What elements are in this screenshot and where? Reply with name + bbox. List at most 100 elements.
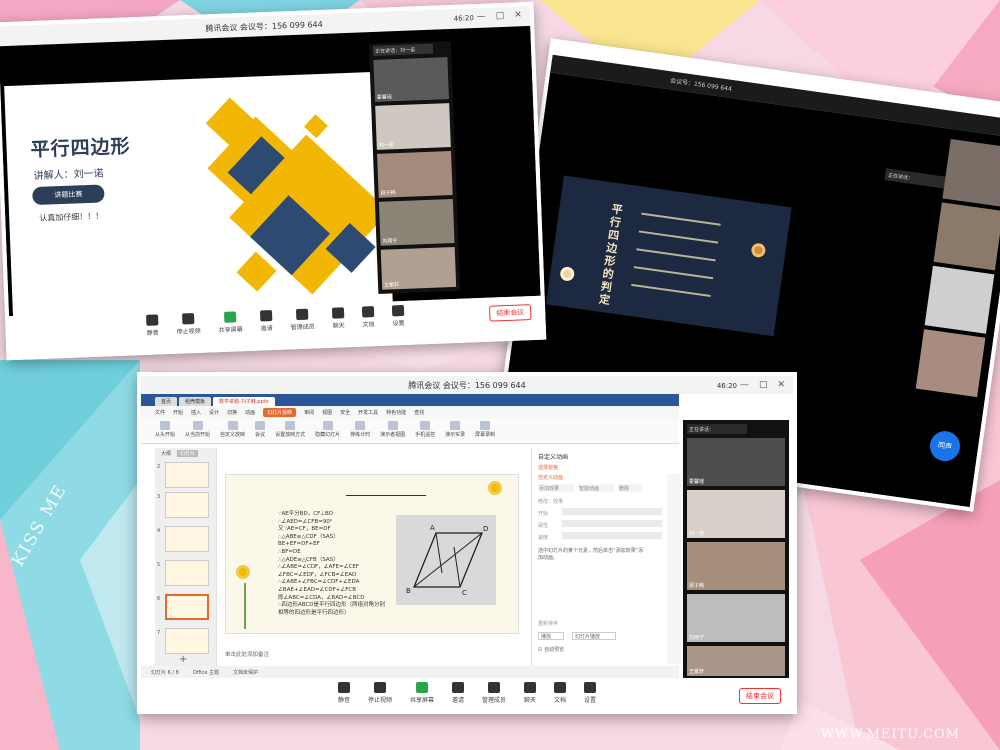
meeting-toolbar: 静音 停止视频 共享屏幕 邀请 管理成员 聊天 文档 设置 xyxy=(141,678,793,710)
screen-record-icon xyxy=(480,421,491,430)
menu-transition[interactable]: 切换 xyxy=(227,409,237,416)
notes-placeholder[interactable]: 单击此处添加备注 xyxy=(225,650,269,658)
slide-thumbnail[interactable] xyxy=(165,628,209,654)
slideshow-button[interactable]: 幻灯片播放 xyxy=(572,632,616,640)
ribbon-setup-show[interactable]: 设置放映方式 xyxy=(275,421,305,440)
menu-design[interactable]: 设计 xyxy=(209,409,219,416)
mute-button[interactable]: 静音 xyxy=(337,682,350,710)
play-icon xyxy=(192,421,203,430)
mute-button[interactable]: 静音 xyxy=(145,314,159,337)
ribbon-from-start[interactable]: 从头开始 xyxy=(155,421,175,440)
video-button[interactable]: 停止视频 xyxy=(368,682,392,710)
slide-thumbnail[interactable] xyxy=(165,526,209,552)
close-icon[interactable]: ✕ xyxy=(777,380,785,390)
menu-features[interactable]: 特色功能 xyxy=(386,409,406,416)
ribbon-rehearse[interactable]: 排练计时 xyxy=(350,421,370,440)
ribbon-record[interactable]: 演示实录 xyxy=(445,421,465,440)
menu-review[interactable]: 审阅 xyxy=(304,409,314,416)
share-screen-button[interactable]: 共享屏幕 xyxy=(410,682,434,710)
ribbon-meeting[interactable]: 会议 xyxy=(255,421,265,440)
meeting-icon xyxy=(255,421,266,430)
ribbon-from-current[interactable]: 从当前开始 xyxy=(185,421,210,440)
tab-slides[interactable]: 幻灯片 xyxy=(177,450,199,457)
slide-thumbnail[interactable] xyxy=(165,462,209,488)
settings-button[interactable]: 设置 xyxy=(391,304,405,327)
parallelogram-diagram: A D B C xyxy=(406,524,488,597)
delete-button[interactable]: 删除 xyxy=(618,484,642,492)
document-button[interactable]: 文档 xyxy=(554,682,566,710)
maximize-icon[interactable]: □ xyxy=(496,11,505,21)
end-meeting-button[interactable]: 结束会议 xyxy=(739,688,781,704)
speaking-indicator: 正在讲话： xyxy=(884,168,946,189)
menu-animation[interactable]: 动画 xyxy=(245,409,255,416)
manage-members-button[interactable]: 管理成员 xyxy=(290,308,315,331)
document-icon xyxy=(554,682,567,693)
menu-file[interactable]: 文件 xyxy=(155,409,165,416)
play-icon xyxy=(160,421,170,430)
property-select[interactable] xyxy=(562,520,662,527)
manage-members-button[interactable]: 管理成员 xyxy=(482,682,506,710)
settings-button[interactable]: 设置 xyxy=(584,682,596,710)
ribbon-phone-remote[interactable]: 手机遥控 xyxy=(415,421,435,440)
tab-pptx-file[interactable]: 数学讲题-刘子韩.pptx xyxy=(213,397,275,406)
share-screen-button[interactable]: 共享屏幕 xyxy=(218,311,243,334)
invite-button[interactable]: 邀请 xyxy=(451,682,464,710)
add-slide-icon[interactable]: + xyxy=(179,654,187,665)
add-effect-button[interactable]: 添加效果 xyxy=(538,484,574,492)
ribbon-label: 设置放映方式 xyxy=(275,432,306,438)
camera-icon xyxy=(373,682,386,693)
menu-devtools[interactable]: 开发工具 xyxy=(358,409,378,416)
tab-templates[interactable]: 稻壳模板 xyxy=(179,397,212,406)
presenter-icon xyxy=(387,421,398,430)
minimize-icon[interactable]: — xyxy=(477,12,486,22)
smart-animation-button[interactable]: 智能动画 xyxy=(578,484,614,492)
tab-home[interactable]: 首页 xyxy=(155,397,178,406)
maximize-icon[interactable]: □ xyxy=(759,380,768,390)
participant-name: 顾子韩 xyxy=(689,583,705,589)
start-select[interactable] xyxy=(562,508,662,515)
menu-search[interactable]: 查找 xyxy=(414,409,424,416)
members-icon xyxy=(295,308,309,321)
video-button[interactable]: 停止视频 xyxy=(176,313,201,336)
participant-video: 顾子韩 xyxy=(687,542,785,590)
document-button[interactable]: 文档 xyxy=(361,306,375,329)
setup-icon xyxy=(285,421,296,430)
window-controls: — □ ✕ xyxy=(740,380,785,390)
ribbon-hide-slide[interactable]: 隐藏幻灯片 xyxy=(315,421,340,440)
participant-name: 王紫轩 xyxy=(689,669,705,675)
tool-label: 停止视频 xyxy=(367,697,392,704)
slide-thumbnail[interactable] xyxy=(165,560,209,586)
timer-icon xyxy=(355,421,366,430)
close-icon[interactable]: ✕ xyxy=(514,10,522,20)
speed-select[interactable] xyxy=(562,532,662,539)
slide-editing-canvas[interactable]: ∵AE平分BD，CF⊥BD ∴∠AED=∠CFB=90° 又∵AE=CF，BE=… xyxy=(225,474,519,634)
shared-screen: 平行四边形 讲解人：刘一诺 讲题比赛 认真加仔细！！！ 正在讲话：刘一诺 霍馨瑶… xyxy=(0,25,541,326)
camera-icon xyxy=(181,313,195,325)
autopreview-checkbox[interactable]: ☑ 自动预览 xyxy=(538,646,564,653)
menu-slideshow[interactable]: 幻灯片放映 xyxy=(263,407,297,417)
menu-start[interactable]: 开始 xyxy=(173,409,183,416)
slide-number: 7 xyxy=(157,630,161,636)
ribbon-custom-show[interactable]: 自定义放映 xyxy=(220,421,245,440)
participant-video: 王紫轩 xyxy=(687,646,785,676)
ribbon-screen-record[interactable]: 屏幕录制 xyxy=(475,421,495,440)
svg-text:B: B xyxy=(406,587,411,595)
ribbon-presenter-view[interactable]: 演示者视图 xyxy=(380,421,405,440)
custom-animation-link[interactable]: 自定义动画 xyxy=(538,474,563,481)
interpretation-button[interactable]: 同声 xyxy=(928,429,962,464)
slide-title: 平行四边形 xyxy=(30,135,132,162)
slide-thumbnail[interactable] xyxy=(165,492,209,518)
end-meeting-button[interactable]: 结束会议 xyxy=(488,304,532,322)
select-pane-link[interactable]: 选择窗格 xyxy=(538,464,558,471)
slide-thumbnail-selected[interactable] xyxy=(165,594,209,620)
menu-insert[interactable]: 插入 xyxy=(191,409,201,416)
speaking-indicator: 正在讲话： xyxy=(687,424,747,434)
chat-button[interactable]: 聊天 xyxy=(331,307,345,330)
minimize-icon[interactable]: — xyxy=(740,380,749,390)
tab-outline[interactable]: 大纲 xyxy=(161,450,171,457)
invite-button[interactable]: 邀请 xyxy=(259,310,273,332)
menu-view[interactable]: 视图 xyxy=(322,409,332,416)
menu-security[interactable]: 安全 xyxy=(340,409,350,416)
chat-button[interactable]: 聊天 xyxy=(524,682,536,710)
play-button[interactable]: 播放 xyxy=(538,632,564,640)
